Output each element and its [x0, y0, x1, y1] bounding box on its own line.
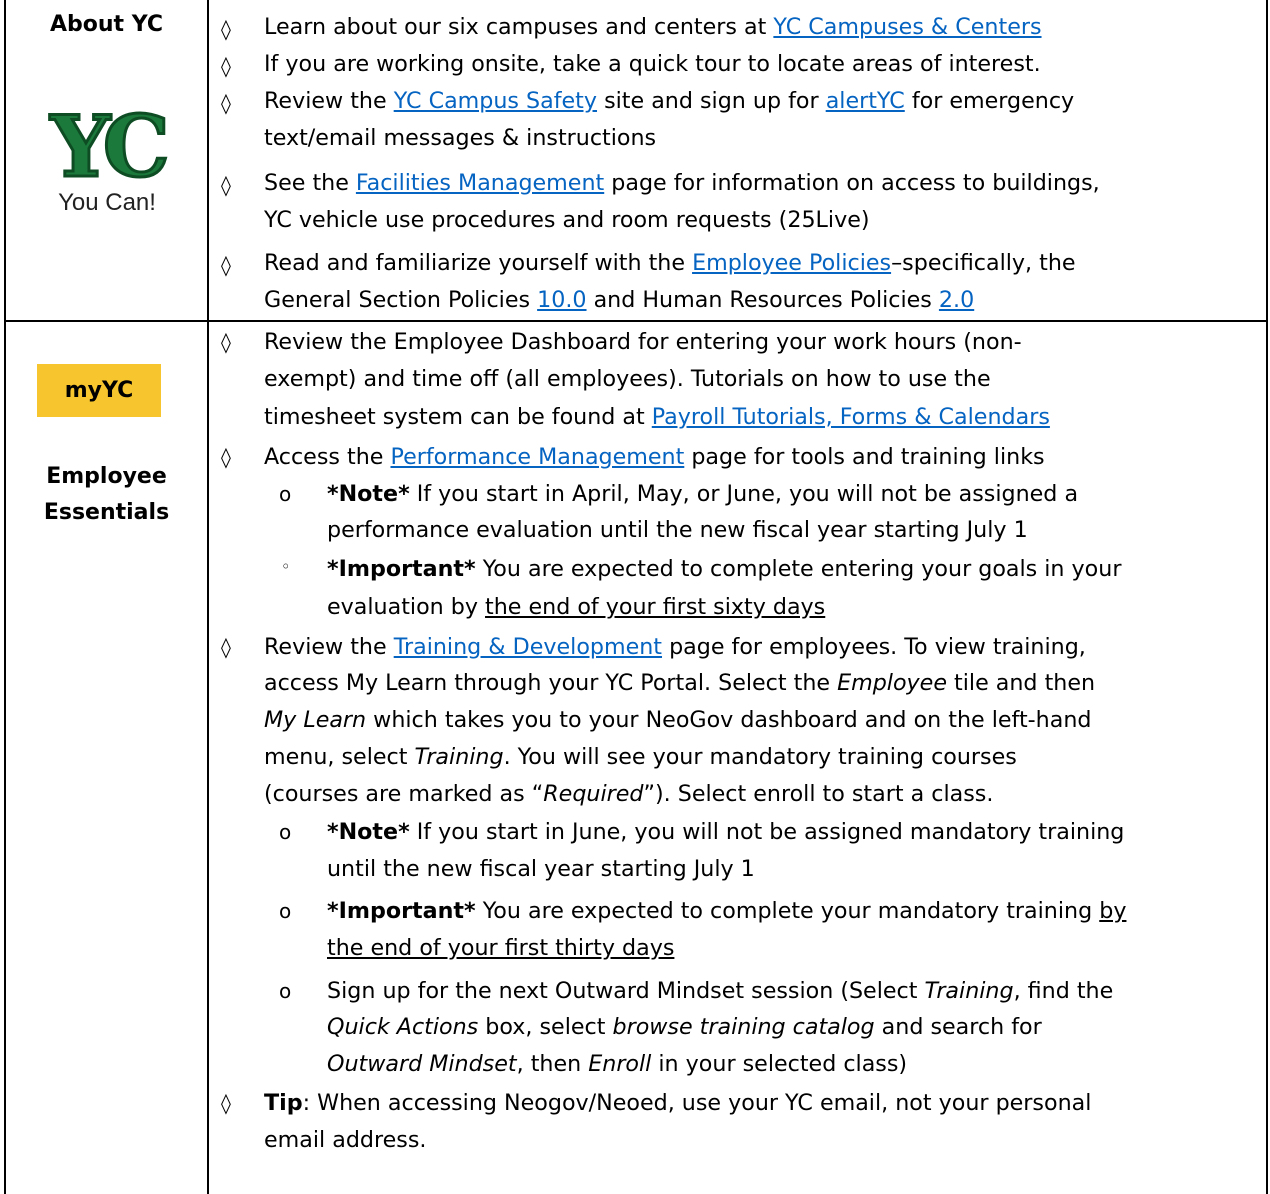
ee-line-7: *Important* You are expected to complete…: [327, 556, 1122, 582]
about-line-5: Read and familiarize yourself with the E…: [264, 250, 1076, 276]
yc-logo-mark: YC: [49, 98, 165, 196]
about-yc-row: About YC YC You Can! ◊ Learn about our s…: [4, 0, 1268, 322]
ee-line-1: Review the Employee Dashboard for enteri…: [264, 329, 1022, 355]
bullet-diamond-icon: ◊: [221, 173, 231, 197]
about-yc-cell: About YC YC You Can!: [6, 0, 207, 320]
sub-bullet-o-icon: o: [279, 899, 292, 923]
bullet-diamond-icon: ◊: [221, 635, 231, 659]
about-line-3: Review the YC Campus Safety site and sig…: [264, 88, 1075, 114]
ee-line-2: exempt) and time off (all employees). Tu…: [264, 366, 991, 392]
bullet-diamond-icon: ◊: [221, 17, 231, 41]
campus-safety-link[interactable]: YC Campus Safety: [394, 88, 597, 114]
ee-line-22: email address.: [264, 1127, 427, 1153]
ee-line-10: access My Learn through your YC Portal. …: [264, 670, 1096, 696]
yc-logo: YC You Can!: [48, 98, 173, 216]
onboarding-table: About YC YC You Can! ◊ Learn about our s…: [4, 0, 1268, 1194]
ee-line-21: Tip: When accessing Neogov/Neoed, use yo…: [264, 1090, 1092, 1116]
yc-logo-tagline: You Can!: [58, 189, 156, 216]
policy-2-link[interactable]: 2.0: [939, 287, 974, 313]
yc-campuses-link[interactable]: YC Campuses & Centers: [773, 14, 1041, 40]
about-line-3b: text/email messages & instructions: [264, 125, 657, 151]
training-development-link[interactable]: Training & Development: [394, 634, 662, 660]
about-line-4: See the Facilities Management page for i…: [264, 170, 1100, 196]
policy-10-link[interactable]: 10.0: [537, 287, 586, 313]
employee-essentials-content: ◊ Review the Employee Dashboard for ente…: [209, 322, 1266, 1194]
about-line-5b: General Section Policies 10.0 and Human …: [264, 287, 975, 313]
sub-bullet-o-icon: o: [279, 979, 292, 1003]
bullet-diamond-icon: ◊: [221, 54, 231, 78]
about-line-4b: YC vehicle use procedures and room reque…: [264, 207, 870, 233]
employee-essentials-cell: myYC Employee Essentials: [6, 322, 207, 1194]
ee-line-6: performance evaluation until the new fis…: [327, 517, 1028, 543]
bullet-diamond-icon: ◊: [221, 445, 231, 469]
ee-line-20: Outward Mindset, then Enroll in your sel…: [327, 1051, 908, 1077]
ee-line-14: *Note* If you start in June, you will no…: [327, 819, 1125, 845]
myyc-badge: myYC: [37, 364, 161, 417]
bullet-diamond-icon: ◊: [221, 253, 231, 277]
ee-line-9: Review the Training & Development page f…: [264, 634, 1086, 660]
ee-line-4: Access the Performance Management page f…: [264, 444, 1045, 470]
about-line-1: Learn about our six campuses and centers…: [264, 14, 1042, 40]
about-line-2: If you are working onsite, take a quick …: [264, 51, 1041, 77]
employee-essentials-row: myYC Employee Essentials ◊ Review the Em…: [4, 322, 1268, 1194]
employee-label-2: Essentials: [43, 500, 170, 525]
about-yc-content: ◊ Learn about our six campuses and cente…: [209, 0, 1266, 320]
sub-bullet-o-icon: o: [279, 482, 292, 506]
alertyc-link[interactable]: alertYC: [826, 88, 905, 114]
bullet-diamond-icon: ◊: [221, 1091, 231, 1115]
ee-line-12: menu, select Training. You will see your…: [264, 744, 1017, 770]
ee-line-15: until the new fiscal year starting July …: [327, 856, 755, 882]
ee-line-8: evaluation by the end of your first sixt…: [327, 594, 826, 620]
bullet-diamond-icon: ◊: [221, 91, 231, 115]
ee-line-5: *Note* If you start in April, May, or Ju…: [327, 481, 1079, 507]
ee-line-17: the end of your first thirty days: [327, 935, 675, 961]
sub-bullet-circle-icon: ◦: [281, 557, 291, 576]
ee-line-11: My Learn which takes you to your NeoGov …: [264, 707, 1092, 733]
sub-bullet-o-icon: o: [279, 820, 292, 844]
ee-line-18: Sign up for the next Outward Mindset ses…: [327, 978, 1114, 1004]
bullet-diamond-icon: ◊: [221, 330, 231, 354]
ee-line-13: (courses are marked as “Required”). Sele…: [264, 781, 994, 807]
ee-line-3: timesheet system can be found at Payroll…: [264, 404, 1050, 430]
about-yc-label: About YC: [49, 12, 164, 37]
ee-line-19: Quick Actions box, select browse trainin…: [327, 1014, 1042, 1040]
ee-line-16: *Important* You are expected to complete…: [327, 898, 1127, 924]
facilities-management-link[interactable]: Facilities Management: [356, 170, 604, 196]
employee-policies-link[interactable]: Employee Policies: [692, 250, 891, 276]
performance-management-link[interactable]: Performance Management: [390, 444, 684, 470]
payroll-tutorials-link[interactable]: Payroll Tutorials, Forms & Calendars: [652, 404, 1050, 430]
employee-label-1: Employee: [46, 464, 167, 489]
